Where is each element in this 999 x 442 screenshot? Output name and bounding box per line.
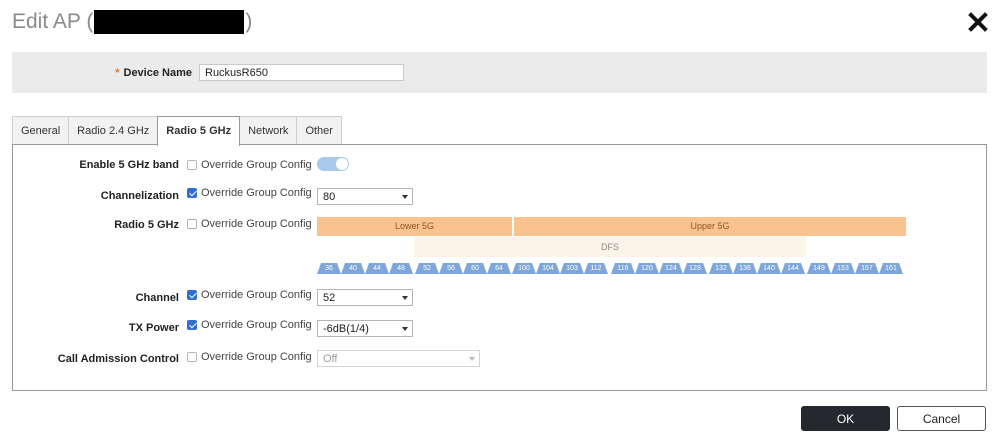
tab-general[interactable]: General (12, 116, 70, 144)
tx-power-label: TX Power (128, 322, 179, 334)
radio-5ghz-label: Radio 5 GHz (114, 219, 179, 231)
tab-radio-2-4-ghz[interactable]: Radio 2.4 GHz (68, 116, 159, 144)
channel-select[interactable]: 52 (317, 289, 413, 306)
radio-override-label: Override Group Config (201, 218, 312, 230)
dialog-title-prefix: Edit AP ( (12, 10, 94, 33)
enable-5ghz-label: Enable 5 GHz band (79, 159, 179, 171)
channel-chip-56: 56 (439, 263, 463, 274)
channelization-override-checkbox[interactable] (187, 188, 197, 198)
enable-override-label: Override Group Config (201, 159, 312, 171)
cac-override-label: Override Group Config (201, 351, 312, 363)
channel-chip-40: 40 (341, 263, 365, 274)
lower-5g-band: Lower 5G (317, 217, 512, 236)
channelization-override-label: Override Group Config (201, 187, 312, 199)
dfs-band: DFS (414, 237, 806, 257)
tab-other[interactable]: Other (296, 116, 342, 144)
channel-chip-60: 60 (463, 263, 487, 274)
channel-chip-157: 157 (855, 263, 879, 274)
channel-chip-120: 120 (635, 263, 659, 274)
tx-power-select[interactable]: -6dB(1/4) (317, 320, 413, 337)
tx-power-override-label: Override Group Config (201, 319, 312, 331)
device-name-input[interactable] (199, 64, 404, 81)
ok-button[interactable]: OK (801, 406, 890, 431)
device-name-label: * Device Name (12, 67, 192, 79)
channelization-label: Channelization (100, 190, 179, 202)
channel-chip-64: 64 (487, 263, 511, 274)
channel-value: 52 (323, 292, 336, 304)
channel-label: Channel (135, 292, 179, 304)
cancel-button[interactable]: Cancel (897, 406, 986, 431)
channel-chip-124: 124 (659, 263, 683, 274)
channel-chip-132: 132 (709, 263, 733, 274)
chevron-down-icon (402, 195, 408, 199)
channelization-value: 80 (323, 191, 336, 203)
upper-5g-band: Upper 5G (514, 217, 906, 236)
channelization-select[interactable]: 80 (317, 188, 413, 205)
channel-override-label: Override Group Config (201, 289, 312, 301)
channel-chip-100: 100 (512, 263, 536, 274)
dialog-title-suffix: ) (245, 10, 253, 33)
device-name-panel: * Device Name (12, 52, 987, 93)
channel-chip-153: 153 (831, 263, 855, 274)
channel-chip-161: 161 (879, 263, 903, 274)
chevron-down-icon (469, 357, 475, 361)
channel-chip-128: 128 (683, 263, 707, 274)
channel-chip-104: 104 (536, 263, 560, 274)
enable-5ghz-toggle[interactable] (317, 157, 349, 171)
channel-chip-144: 144 (781, 263, 805, 274)
channel-chip-116: 116 (611, 263, 635, 274)
chevron-down-icon (402, 327, 408, 331)
channel-chip-103: 103 (560, 263, 584, 274)
chevron-down-icon (402, 296, 408, 300)
channel-chip-52: 52 (415, 263, 439, 274)
tx-power-value: -6dB(1/4) (323, 323, 369, 335)
channel-chip-44: 44 (365, 263, 389, 274)
channel-chip-140: 140 (757, 263, 781, 274)
cac-label: Call Admission Control (57, 353, 179, 365)
channel-override-checkbox[interactable] (187, 290, 197, 300)
dialog-title: Edit AP ( ) (12, 10, 252, 34)
channel-chip-36: 36 (317, 263, 341, 274)
tab-bar: General Radio 2.4 GHz Radio 5 GHz Networ… (12, 116, 342, 146)
enable-override-checkbox[interactable] (187, 160, 197, 170)
channel-chip-149: 149 (807, 263, 831, 274)
cac-select: Off (317, 350, 480, 367)
radio-override-checkbox[interactable] (187, 219, 197, 229)
device-name-label-text: Device Name (123, 67, 193, 79)
redacted-ap-name (94, 10, 245, 34)
close-icon[interactable] (966, 10, 990, 34)
tab-radio-5-ghz[interactable]: Radio 5 GHz (157, 116, 241, 146)
cac-value: Off (323, 353, 338, 365)
channel-chip-136: 136 (733, 263, 757, 274)
cac-override-checkbox[interactable] (187, 352, 197, 362)
tx-power-override-checkbox[interactable] (187, 320, 197, 330)
channel-chip-112: 112 (584, 263, 608, 274)
toggle-knob (336, 158, 348, 170)
channel-chip-48: 48 (389, 263, 413, 274)
tab-network[interactable]: Network (239, 116, 298, 144)
required-mark: * (115, 67, 120, 79)
